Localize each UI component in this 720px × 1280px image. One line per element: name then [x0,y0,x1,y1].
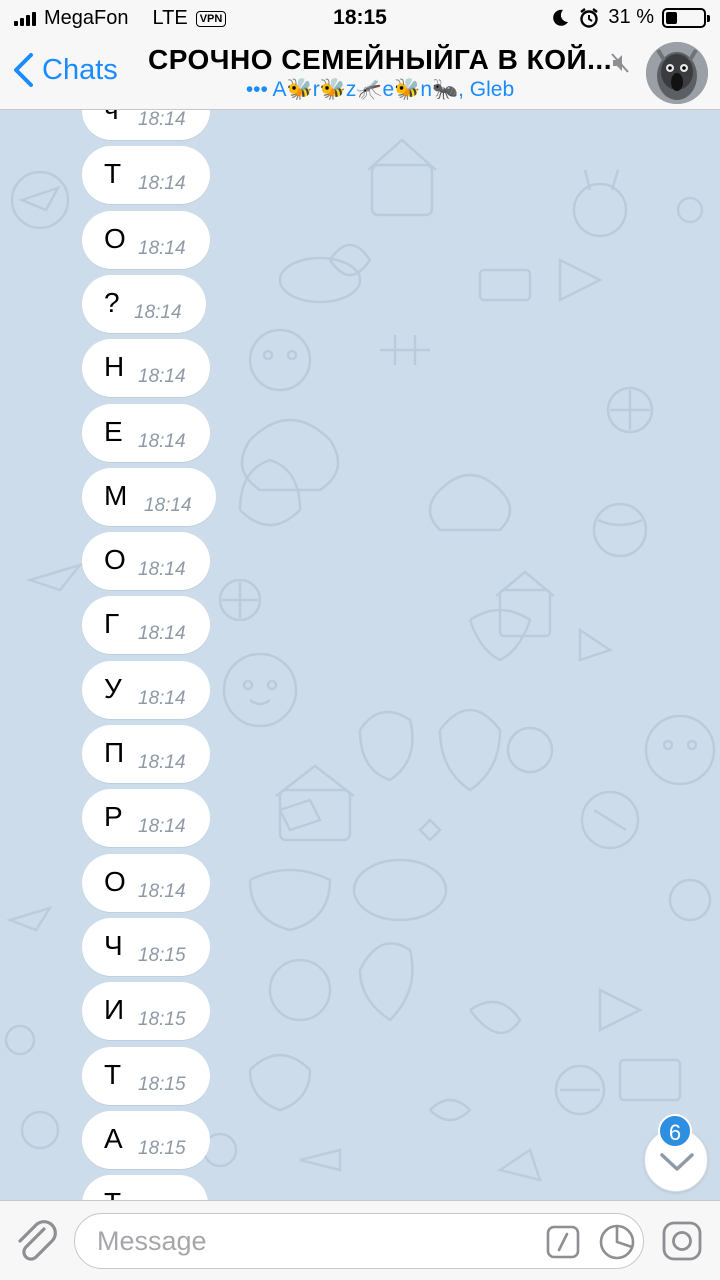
alarm-icon [580,7,599,28]
message-bubble[interactable]: П 18:14 [82,725,210,783]
bot-commands-icon[interactable] [546,1225,580,1259]
message-text: О [104,544,126,575]
message-bubble[interactable]: О 18:14 [82,854,210,912]
message-time: 18:15 [138,1009,186,1030]
message-time: 18:14 [138,623,186,644]
mute-icon [611,53,629,73]
message-bubble[interactable]: Т 18:14 [82,146,210,204]
chevron-left-icon [14,53,33,87]
message-time: 18:14 [138,816,186,837]
message-text: ? [104,287,120,318]
message-text: П [104,737,125,768]
message-text: Ч [104,930,123,961]
message-time: 18:14 [138,559,186,580]
avatar-image [646,42,708,104]
message-text: Т [104,1059,122,1090]
message-text: О [104,223,126,254]
message-bubble[interactable]: ч 18:14 [82,110,210,140]
message-text: У [104,673,122,704]
input-bar [0,1200,720,1280]
chat-members-subtitle: ••• A🐝r🐝z🦟e🐝n🐜, Gleb [245,78,515,101]
back-label: Chats [42,53,118,86]
attach-icon[interactable] [14,1217,58,1265]
message-text: Е [104,416,123,447]
message-bubble[interactable]: Т [82,1175,208,1200]
battery-icon [662,7,710,28]
status-right: 31 % [550,6,710,29]
message-bubble[interactable]: Ч 18:15 [82,918,210,976]
message-text: Н [104,351,125,382]
message-bubble[interactable]: Е 18:14 [82,404,210,462]
message-time: 18:15 [138,1074,186,1095]
message-text: И [104,994,125,1025]
message-bubble[interactable]: Р 18:14 [82,789,210,847]
battery-percent: 31 % [608,6,654,28]
message-text: А [104,1123,123,1154]
message-bubble[interactable]: Г 18:14 [82,596,210,654]
message-time: 18:14 [138,110,186,130]
message-text: Т [104,1187,121,1200]
sticker-icon[interactable] [598,1223,636,1261]
message-bubble[interactable]: М 18:14 [82,468,216,526]
unread-badge: 6 [658,1114,692,1148]
message-time: 18:14 [134,302,182,323]
message-list[interactable]: ч 18:14 Т 18:14 О 18:14? 18:14 Н 18:14 Е 18:14 М 18:… [0,110,720,1200]
message-time: 18:14 [144,495,192,516]
message-time: 18:14 [138,238,186,259]
message-time: 18:14 [138,688,186,709]
message-text: О [104,866,126,897]
battery-fill [666,11,678,24]
message-bubble[interactable]: Т 18:15 [82,1047,210,1105]
message-time: 18:14 [138,752,186,773]
video-message-icon[interactable] [662,1221,702,1261]
message-bubble[interactable]: О 18:14 [82,211,210,269]
message-bubble[interactable]: Н 18:14 [82,339,210,397]
message-bubble[interactable]: У 18:14 [82,661,210,719]
message-bubble[interactable]: И 18:15 [82,982,210,1040]
message-time: 18:15 [138,945,186,966]
message-bubble[interactable]: А 18:15 [82,1111,210,1169]
message-time: 18:15 [138,1138,186,1159]
message-text: М [104,480,128,511]
message-time: 18:14 [138,173,186,194]
back-button[interactable]: Chats [12,52,118,88]
status-bar: MegaFon LTE VPN 18:15 31 % [0,0,720,36]
chat-title[interactable]: СРОЧНО СЕМЕЙНЫЙГА В КОЙ... [140,44,620,76]
chat-avatar[interactable] [646,42,708,104]
message-bubble[interactable]: О 18:14 [82,532,210,590]
message-text: Г [104,608,120,639]
message-time: 18:14 [138,366,186,387]
message-text: Р [104,801,123,832]
message-time: 18:14 [138,431,186,452]
nav-bar: Chats СРОЧНО СЕМЕЙНЫЙГА В КОЙ... ••• A🐝r… [0,36,720,110]
message-text: ч [104,110,119,126]
message-text: Т [104,158,122,189]
moon-icon [553,9,569,26]
message-time: 18:14 [138,881,186,902]
message-bubble[interactable]: ? 18:14 [82,275,206,333]
